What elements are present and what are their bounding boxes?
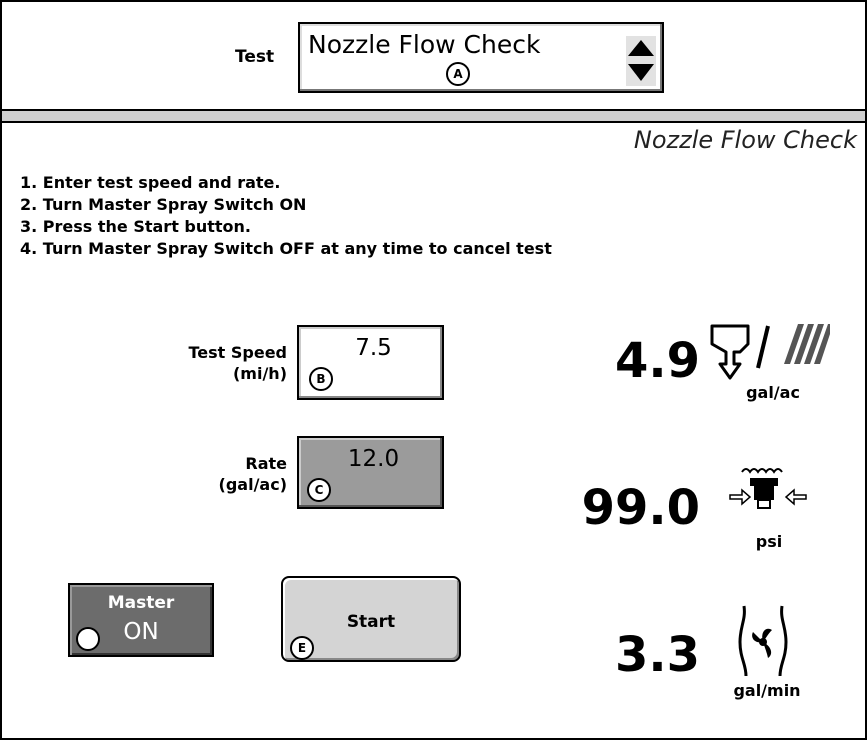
master-spray-button[interactable]: Master ON D [68, 583, 214, 657]
instruction-item: 2. Turn Master Spray Switch ON [20, 195, 307, 214]
nozzle-pressure-icon [728, 464, 808, 528]
instruction-item: 1. Enter test speed and rate. [20, 173, 281, 192]
callout-a: A [446, 62, 470, 86]
test-label: Test [235, 47, 275, 67]
test-speed-unit: (mi/h) [232, 364, 287, 383]
flow-value: 3.3 [614, 627, 700, 683]
start-button[interactable]: Start E [281, 576, 461, 662]
rate-label: Rate (gal/ac) [122, 453, 287, 495]
instructions-list: 1. Enter test speed and rate. 2. Turn Ma… [20, 172, 552, 260]
flow-unit: gal/min [733, 681, 801, 700]
flow-meter-icon [738, 604, 794, 682]
callout-d: D [76, 627, 100, 651]
pressure-unit: psi [755, 532, 783, 551]
application-rate-icon [710, 322, 832, 388]
rate-input-value: 12.0 [347, 446, 400, 472]
test-select[interactable]: Nozzle Flow Check A [298, 22, 664, 93]
rate-label-text: Rate [245, 454, 287, 473]
test-speed-label-text: Test Speed [188, 343, 287, 362]
callout-c: C [307, 478, 331, 502]
test-speed-label: Test Speed (mi/h) [122, 342, 287, 384]
divider [2, 109, 865, 123]
nozzle-flow-check-screen: Test Nozzle Flow Check A Nozzle Flow Che… [0, 0, 867, 740]
callout-e: E [290, 636, 314, 660]
instruction-item: 3. Press the Start button. [20, 217, 252, 236]
instruction-item: 4. Turn Master Spray Switch OFF at any t… [20, 239, 552, 258]
test-select-value: Nozzle Flow Check [308, 30, 541, 59]
master-title: Master [107, 593, 175, 613]
pressure-value: 99.0 [581, 480, 700, 536]
application-rate-unit: gal/ac [746, 383, 800, 402]
up-down-arrows-icon[interactable] [626, 36, 656, 86]
rate-input[interactable]: 12.0 C [297, 436, 444, 509]
test-speed-input[interactable]: 7.5 B [297, 325, 444, 400]
page-title: Nozzle Flow Check [633, 126, 857, 154]
callout-b: B [309, 367, 333, 391]
start-label: Start [346, 612, 396, 632]
application-rate-value: 4.9 [614, 333, 700, 389]
test-speed-value: 7.5 [355, 335, 392, 361]
rate-unit: (gal/ac) [218, 475, 287, 494]
